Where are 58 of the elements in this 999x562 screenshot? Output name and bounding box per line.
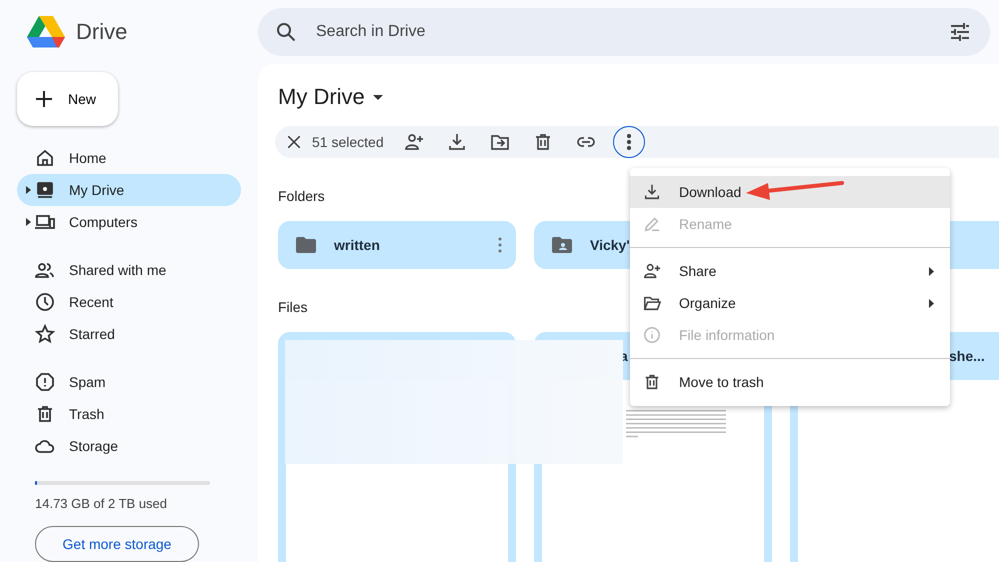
trash-icon (35, 404, 55, 424)
close-icon[interactable] (288, 136, 300, 148)
clock-icon (35, 292, 55, 312)
page-title: My Drive (278, 84, 365, 110)
folder-icon (296, 237, 316, 253)
search-field[interactable]: Search in Drive (314, 22, 932, 42)
spam-icon (35, 372, 55, 392)
people-icon (35, 260, 55, 280)
rename-icon (643, 215, 661, 233)
drive-icon (35, 180, 55, 200)
more-icon (626, 134, 631, 150)
sidebar-item[interactable]: My Drive (17, 174, 241, 206)
person-add-icon (643, 262, 661, 280)
trash-icon (643, 373, 661, 391)
search-bar[interactable]: Search in Drive (258, 8, 990, 56)
folder-name: written (334, 237, 381, 253)
info-icon (643, 326, 661, 344)
sidebar-item[interactable]: Computers (17, 206, 241, 238)
more-button[interactable] (612, 126, 645, 158)
caret-icon[interactable] (26, 218, 31, 226)
caret-icon[interactable] (26, 186, 31, 194)
filter-icon[interactable] (950, 23, 970, 41)
folder-open-icon (643, 294, 661, 312)
storage-usage-text: 14.73 GB of 2 TB used (35, 496, 168, 512)
drive-logo-icon (26, 14, 66, 50)
download-icon (643, 183, 661, 201)
selection-count: 51 selected (312, 134, 384, 150)
menu-item[interactable]: Organize (630, 287, 950, 319)
sidebar-item[interactable]: Starred (17, 318, 241, 350)
section-heading: Files (278, 299, 308, 315)
get-more-storage-button[interactable]: Get more storage (35, 526, 199, 562)
sidebar-item[interactable]: Storage (17, 430, 241, 462)
shared-folder-icon (552, 237, 572, 253)
sidebar-item[interactable]: Recent (17, 286, 241, 318)
folder-card[interactable]: written (278, 221, 516, 269)
submenu-arrow-icon (929, 298, 934, 308)
sidebar-item[interactable]: Spam (17, 366, 241, 398)
file-name: a (620, 348, 629, 364)
folder-name: Vicky' (590, 237, 631, 253)
section-heading: Folders (278, 188, 325, 204)
submenu-arrow-icon (929, 266, 934, 276)
menu-item[interactable]: Download (630, 176, 950, 208)
search-icon (276, 22, 296, 42)
download-icon (446, 132, 467, 152)
sidebar-item[interactable]: Trash (17, 398, 241, 430)
move-icon (490, 132, 510, 152)
app-name: Drive (76, 19, 128, 45)
home-icon (35, 148, 55, 168)
sidebar-item[interactable]: Home (17, 142, 241, 174)
plus-icon (36, 91, 52, 108)
star-icon (35, 324, 55, 344)
more-icon[interactable] (498, 237, 502, 253)
person-add-icon (404, 132, 424, 152)
dropdown-icon[interactable] (372, 94, 383, 100)
sidebar-item[interactable]: Shared with me (17, 254, 241, 286)
file-name: she... (949, 348, 986, 364)
new-button[interactable]: New (17, 72, 118, 126)
menu-item[interactable]: Share (630, 255, 950, 287)
